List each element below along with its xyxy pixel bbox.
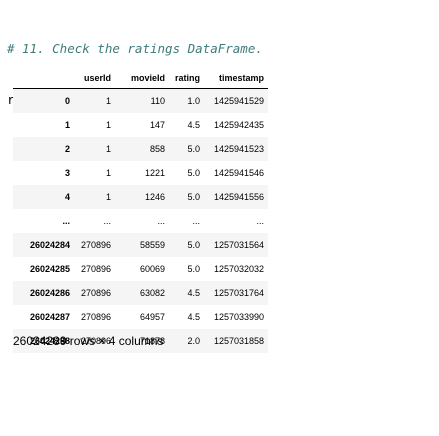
row-index: 26024286 <box>29 287 70 298</box>
table-row: 26024284 270896 58559 5.0 1257031564 <box>13 232 268 257</box>
table-row: 0 1 110 1.0 1425941529 <box>13 88 268 113</box>
cell-movieid: 64957 <box>139 311 165 322</box>
column-header-userid: userId <box>70 68 111 89</box>
row-index: 26024285 <box>29 263 70 274</box>
cell-userid: 270896 <box>80 263 111 274</box>
table-row: 3 1 1221 5.0 1425941546 <box>13 161 268 185</box>
cell-movieid: 147 <box>149 119 165 130</box>
cell-rating: 2.0 <box>187 335 200 346</box>
cell-movieid: 110 <box>150 95 165 106</box>
table-row: 4 1 1246 5.0 1425941556 <box>13 184 268 209</box>
cell-rating: 5.0 <box>187 263 200 274</box>
cell-userid: 1 <box>105 167 111 178</box>
cell-userid: 270896 <box>80 311 111 322</box>
cell-rating: 5.0 <box>187 239 200 250</box>
table-row: 26024287 270896 64957 4.5 1257033990 <box>13 305 268 329</box>
cell-timestamp: 1257033990 <box>213 311 264 322</box>
table-row: 26024285 270896 60069 5.0 1257032032 <box>13 257 268 281</box>
ellipsis-row: ... ... ... ... ... <box>13 209 268 233</box>
cell-movieid: 858 <box>149 143 165 154</box>
table-row: 1 1 147 4.5 1425942435 <box>13 113 268 137</box>
column-header-timestamp: timestamp <box>200 68 268 89</box>
cell-timestamp: 1257032032 <box>213 263 264 274</box>
cell-userid: 1 <box>105 119 111 130</box>
cell-timestamp: 1425941523 <box>213 143 264 154</box>
cell-movieid: 1246 <box>144 191 165 202</box>
dataframe-table: userId movieId rating timestamp 0 1 110 … <box>13 68 268 353</box>
cell-timestamp: 1257031858 <box>213 335 264 346</box>
cell-userid: 1 <box>105 95 111 106</box>
cell-rating: 4.5 <box>187 311 200 322</box>
cell-timestamp: 1425941529 <box>213 95 264 106</box>
cell-rating: 1.0 <box>187 95 200 106</box>
row-index: 1 <box>64 119 70 130</box>
cell-timestamp: 1257031764 <box>213 287 264 298</box>
cell-movieid: 58559 <box>139 239 165 250</box>
cell-timestamp: 1425942435 <box>213 119 264 130</box>
cell-rating: ... <box>192 215 200 226</box>
row-index: 26024284 <box>29 239 70 250</box>
row-index: 0 <box>64 95 70 106</box>
dataframe-shape-summary: 26024289 rows × 4 columns <box>13 334 164 348</box>
cell-movieid: 60069 <box>139 263 165 274</box>
cell-movieid: 1221 <box>144 167 165 178</box>
cell-rating: 5.0 <box>187 143 200 154</box>
cell-rating: 5.0 <box>187 191 200 202</box>
cell-userid: 1 <box>105 191 111 202</box>
row-index: 3 <box>64 167 70 178</box>
row-index: 2 <box>64 143 70 154</box>
cell-movieid: 63082 <box>139 287 165 298</box>
table-row: 2 1 858 5.0 1425941523 <box>13 136 268 161</box>
cell-rating: 4.5 <box>187 287 200 298</box>
cell-timestamp: 1425941546 <box>213 167 264 178</box>
cell-userid: 270896 <box>80 239 111 250</box>
cell-timestamp: 1425941556 <box>213 191 264 202</box>
cell-userid: ... <box>103 215 111 226</box>
cell-timestamp: 1257031564 <box>213 239 264 250</box>
column-header-rating: rating <box>165 68 200 89</box>
table-row: 26024286 270896 63082 4.5 1257031764 <box>13 280 268 305</box>
table-header-row: userId movieId rating timestamp <box>13 68 268 89</box>
row-index: ... <box>62 215 70 226</box>
row-index: 4 <box>64 191 70 202</box>
cell-userid: 1 <box>105 143 111 154</box>
column-header-movieid: movieId <box>111 68 165 89</box>
cell-rating: 5.0 <box>187 167 200 178</box>
index-header <box>13 68 70 89</box>
cell-timestamp: ... <box>256 215 264 226</box>
cell-movieid: ... <box>157 215 165 226</box>
row-index: 26024287 <box>29 311 70 322</box>
code-comment: # 11. Check the ratings DataFrame. <box>7 41 263 56</box>
cell-userid: 270896 <box>80 287 111 298</box>
cell-rating: 4.5 <box>187 119 200 130</box>
